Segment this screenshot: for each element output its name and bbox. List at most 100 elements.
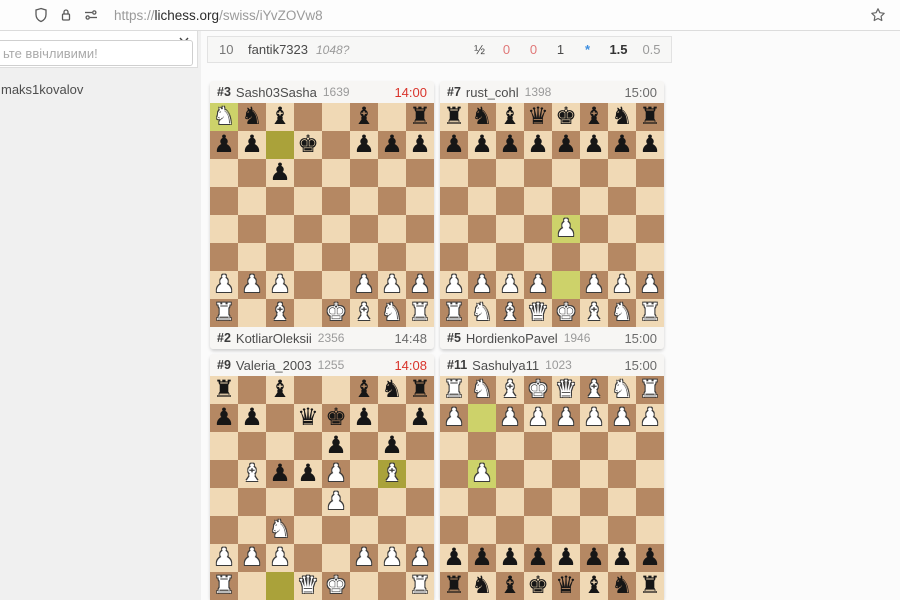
- chess-piece-wP: ♟: [583, 403, 605, 431]
- board-square: [378, 488, 406, 516]
- board-square: [378, 215, 406, 243]
- chess-piece-bP: ♟: [555, 543, 577, 571]
- chess-board[interactable]: ♞ ♞ ♝ ♝ ♜ ♟ ♟ ♚ ♟ ♟ ♟ ♟ ♟ ♟ ♟ ♟ ♟ ♟ ♜ ♝ ♚ ♝ ♞ ♜: [210, 103, 434, 327]
- chess-piece-wP: ♟: [353, 543, 375, 571]
- chess-piece-bP: ♟: [527, 543, 549, 571]
- board-square: ♞: [608, 572, 636, 600]
- games-grid: #3 Sash03Sasha 1639 14:00 ♞ ♞ ♝ ♝ ♜ ♟ ♟ ♚ ♟ ♟ ♟ ♟ ♟ ♟ ♟ ♟ ♟ ♟…: [210, 81, 664, 600]
- chess-board[interactable]: ♜ ♞ ♝ ♚ ♛ ♝ ♞ ♜ ♟ ♟ ♟ ♟ ♟ ♟ ♟ ♟ ♟ ♟ ♟ ♟ ♟ ♟ ♟ ♟ ♜ ♞ ♝ ♚ ♛ ♝ ♞ ♜: [440, 376, 664, 600]
- chess-piece-wN: ♞: [471, 298, 493, 326]
- bookmark-star-icon[interactable]: [870, 7, 886, 23]
- board-square: ♟: [440, 544, 468, 572]
- chat-message-input[interactable]: ьте ввічливими!: [0, 40, 193, 66]
- board-square: ♟: [468, 131, 496, 159]
- board-square: ♟: [350, 404, 378, 432]
- board-square: ♛: [552, 376, 580, 404]
- url-host: lichess.org: [154, 7, 220, 23]
- board-square: ♟: [266, 271, 294, 299]
- board-square: [266, 243, 294, 271]
- player-clock: 15:00: [624, 357, 657, 373]
- board-square: [322, 159, 350, 187]
- chess-piece-bR: ♜: [409, 375, 431, 403]
- player-bar-bottom: #2 KotliarOleksii 2356 14:48: [210, 327, 434, 349]
- board-square: ♝: [266, 103, 294, 131]
- board-square: [468, 243, 496, 271]
- board-square: ♟: [266, 159, 294, 187]
- board-square: ♟: [468, 271, 496, 299]
- game-card-3[interactable]: #9 Valeria_2003 1255 14:08 ♜ ♝ ♝ ♞ ♜ ♟ ♟ ♛ ♚ ♟ ♟ ♟ ♟ ♝ ♟ ♟ ♟…: [210, 354, 434, 600]
- board-square: ♟: [322, 432, 350, 460]
- player-name: HordienkoPavel: [465, 330, 558, 346]
- chat-sidebar: [0, 31, 201, 600]
- chess-piece-wP: ♟: [611, 270, 633, 298]
- board-square: [210, 243, 238, 271]
- board-square: [524, 187, 552, 215]
- player-clock: 14:08: [394, 357, 427, 373]
- game-card-2[interactable]: #7 rust_cohl 1398 15:00 ♜ ♞ ♝ ♛ ♚ ♝ ♞ ♜ ♟ ♟ ♟ ♟ ♟ ♟ ♟ ♟ ♟ ♟ ♟ ♟…: [440, 81, 664, 349]
- board-square: ♝: [496, 103, 524, 131]
- board-square: ♟: [580, 271, 608, 299]
- chess-piece-bP: ♟: [241, 130, 263, 158]
- board-square: ♜: [210, 572, 238, 600]
- board-square: [406, 516, 434, 544]
- player-rating: 1398: [524, 85, 552, 99]
- game-card-1[interactable]: #3 Sash03Sasha 1639 14:00 ♞ ♞ ♝ ♝ ♜ ♟ ♟ ♚ ♟ ♟ ♟ ♟ ♟ ♟ ♟ ♟ ♟ ♟…: [210, 81, 434, 349]
- board-square: ♞: [238, 103, 266, 131]
- shield-icon[interactable]: [33, 7, 49, 23]
- board-square: [580, 488, 608, 516]
- spectator-name[interactable]: maks1kovalov: [1, 82, 83, 97]
- player-bar-top: #7 rust_cohl 1398 15:00: [440, 81, 664, 103]
- standings-scores: ½ 0 0 1 * 1.5 0.5: [466, 42, 665, 57]
- board-square: ♟: [378, 544, 406, 572]
- board-square: [210, 159, 238, 187]
- board-square: [238, 516, 266, 544]
- chess-board[interactable]: ♜ ♝ ♝ ♞ ♜ ♟ ♟ ♛ ♚ ♟ ♟ ♟ ♟ ♝ ♟ ♟ ♟ ♝ ♟ ♞ ♟ ♟ ♟ ♟ ♟ ♟ ♜ ♛ ♚ ♜: [210, 376, 434, 600]
- board-square: ♜: [406, 299, 434, 327]
- game-card-4[interactable]: #11 Sashulya11 1023 15:00 ♜ ♞ ♝ ♚ ♛ ♝ ♞ ♜ ♟ ♟ ♟ ♟ ♟ ♟ ♟ ♟ ♟ ♟…: [440, 354, 664, 600]
- board-square: [524, 516, 552, 544]
- board-square: [608, 460, 636, 488]
- chess-piece-wP: ♟: [555, 214, 577, 242]
- chess-piece-wP: ♟: [353, 270, 375, 298]
- board-square: ♜: [406, 376, 434, 404]
- address-bar[interactable]: https://lichess.org/swiss/iYvZOVw8: [114, 8, 323, 23]
- site-permissions-icon[interactable]: [83, 7, 99, 23]
- chess-piece-bP: ♟: [611, 130, 633, 158]
- lock-icon[interactable]: [58, 7, 74, 23]
- board-square: ♟: [496, 271, 524, 299]
- board-square: ♟: [378, 131, 406, 159]
- board-square: [378, 159, 406, 187]
- chess-board[interactable]: ♜ ♞ ♝ ♛ ♚ ♝ ♞ ♜ ♟ ♟ ♟ ♟ ♟ ♟ ♟ ♟ ♟ ♟ ♟ ♟ ♟ ♟ ♟ ♟ ♜ ♞ ♝ ♛ ♚ ♝ ♞ ♜: [440, 103, 664, 327]
- board-square: ♜: [636, 103, 664, 131]
- board-square: [378, 243, 406, 271]
- board-square: ♟: [322, 460, 350, 488]
- board-square: ♟: [440, 404, 468, 432]
- chess-piece-wP: ♟: [527, 403, 549, 431]
- board-square: [238, 572, 266, 600]
- board-square: [378, 404, 406, 432]
- chess-piece-wN: ♞: [213, 102, 235, 130]
- board-square: [378, 516, 406, 544]
- player-seed: #3: [217, 85, 231, 99]
- chess-piece-wP: ♟: [639, 403, 661, 431]
- player-clock: 15:00: [624, 84, 657, 100]
- board-square: ♟: [552, 131, 580, 159]
- chess-piece-bN: ♞: [471, 102, 493, 130]
- player-name: KotliarOleksii: [235, 330, 312, 346]
- chess-piece-bP: ♟: [297, 459, 319, 487]
- board-square: ♟: [210, 544, 238, 572]
- board-square: [350, 488, 378, 516]
- board-square: [378, 572, 406, 600]
- chess-piece-wK: ♚: [325, 571, 347, 599]
- chess-piece-wP: ♟: [213, 270, 235, 298]
- board-square: [238, 215, 266, 243]
- board-square: ♟: [294, 460, 322, 488]
- board-square: [350, 460, 378, 488]
- board-square: [322, 271, 350, 299]
- standings-row[interactable]: 10 fantik7323 1048? ½ 0 0 1 * 1.5 0.5: [207, 36, 672, 63]
- standings-player[interactable]: fantik7323: [248, 42, 308, 57]
- player-rating: 1639: [322, 85, 350, 99]
- chess-piece-bP: ♟: [381, 130, 403, 158]
- board-square: [294, 376, 322, 404]
- board-square: ♜: [440, 376, 468, 404]
